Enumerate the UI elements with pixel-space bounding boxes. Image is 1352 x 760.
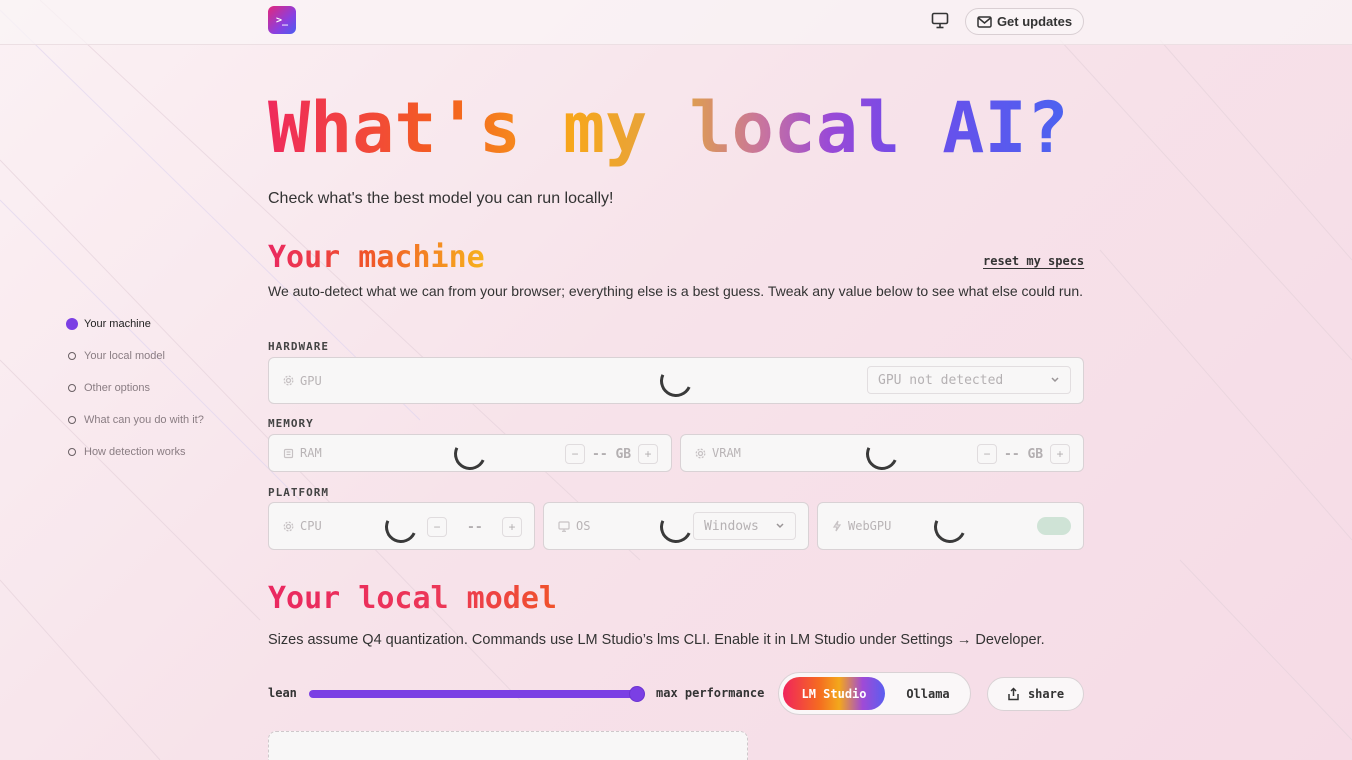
chevron-down-icon (776, 523, 784, 529)
loading-spinner (380, 506, 422, 548)
machine-description: We auto-detect what we can from your bro… (268, 283, 1084, 299)
top-bar: >_ Get updates (0, 0, 1352, 45)
vram-value: -- GB (1004, 447, 1044, 462)
model-description: Sizes assume Q4 quantization. Commands u… (268, 632, 1045, 648)
ram-value: -- GB (592, 447, 632, 462)
cpu-card: CPU − -- + (268, 502, 535, 550)
cpu-value: -- (467, 520, 483, 535)
nav-item-your-local-model[interactable]: Your local model (66, 340, 204, 372)
runtime-segmented-control: LM Studio Ollama (778, 672, 971, 715)
nav-item-label: How detection works (84, 446, 186, 458)
slider-min-label: lean (268, 686, 297, 700)
nav-dot (68, 448, 76, 456)
loading-spinner (655, 506, 697, 548)
reset-specs-link[interactable]: reset my specs (983, 254, 1084, 268)
vram-label: VRAM (695, 446, 741, 460)
monitor-icon (558, 520, 570, 532)
nav-item-label: What can you do with it? (84, 414, 204, 426)
logo[interactable]: >_ (268, 6, 296, 34)
slider-max-label: max performance (656, 686, 765, 700)
loading-spinner (929, 506, 971, 548)
vram-increment-button[interactable]: + (1050, 444, 1070, 464)
gear-icon (283, 375, 294, 386)
webgpu-label: WebGPU (832, 519, 891, 533)
mail-icon (977, 15, 992, 28)
ram-label: RAM (283, 446, 322, 460)
memory-label: MEMORY (268, 417, 314, 430)
webgpu-toggle[interactable] (1037, 517, 1071, 535)
hardware-label: HARDWARE (268, 340, 329, 353)
cpu-decrement-button[interactable]: − (427, 517, 447, 537)
logo-text: >_ (275, 14, 289, 26)
performance-slider-track[interactable] (309, 690, 639, 698)
nav-dot (68, 416, 76, 424)
section-heading-your-machine: Your machine (268, 240, 485, 275)
model-result-card (268, 731, 748, 760)
vram-decrement-button[interactable]: − (977, 444, 997, 464)
lightning-icon (832, 520, 842, 532)
performance-slider-thumb[interactable] (629, 686, 645, 702)
webgpu-card: WebGPU (817, 502, 1084, 550)
monitor-icon (931, 12, 949, 28)
platform-label: PLATFORM (268, 486, 329, 499)
runtime-option-ollama[interactable]: Ollama (889, 677, 967, 710)
chevron-down-icon (1051, 377, 1059, 383)
section-nav: Your machine Your local model Other opti… (66, 308, 204, 468)
nav-item-what-can-you-do[interactable]: What can you do with it? (66, 404, 204, 436)
nav-item-label: Other options (84, 382, 151, 394)
nav-item-other-options[interactable]: Other options (66, 372, 204, 404)
cpu-increment-button[interactable]: + (502, 517, 522, 537)
nav-item-label: Your machine (84, 318, 151, 330)
gpu-label: GPU (283, 374, 322, 388)
get-updates-label: Get updates (996, 14, 1073, 29)
loading-spinner (861, 433, 903, 475)
share-button[interactable]: share (987, 677, 1084, 711)
nav-item-label: Your local model (84, 350, 165, 362)
memory-chip-icon (283, 448, 294, 458)
gear-icon (283, 521, 294, 531)
share-icon (1008, 687, 1019, 701)
nav-item-your-machine[interactable]: Your machine (66, 308, 204, 340)
runtime-option-lm-studio[interactable]: LM Studio (783, 677, 885, 710)
nav-item-how-detection-works[interactable]: How detection works (66, 436, 204, 468)
share-label: share (1027, 687, 1065, 701)
page-title: What's my local AI? (268, 87, 1069, 169)
nav-dot (68, 384, 76, 392)
ram-increment-button[interactable]: + (638, 444, 658, 464)
loading-spinner (449, 433, 491, 475)
theme-toggle-button[interactable] (929, 9, 951, 31)
cpu-label: CPU (283, 519, 322, 533)
os-label: OS (558, 519, 590, 533)
ram-card: RAM − -- GB + (268, 433, 672, 475)
get-updates-button[interactable]: Get updates (965, 8, 1084, 35)
gear-icon (695, 448, 706, 458)
gpu-card: GPU GPU not detected (268, 357, 1084, 404)
section-heading-your-local-model: Your local model (268, 581, 557, 616)
gpu-select[interactable]: GPU not detected (867, 366, 1071, 394)
nav-dot-active (66, 318, 78, 330)
vram-card: VRAM − -- GB + (680, 433, 1084, 475)
os-card: OS Windows (543, 502, 809, 550)
page-subtitle: Check what's the best model you can run … (268, 190, 614, 207)
ram-decrement-button[interactable]: − (565, 444, 585, 464)
loading-spinner (655, 360, 697, 402)
nav-dot (68, 352, 76, 360)
os-select[interactable]: Windows (693, 512, 796, 540)
